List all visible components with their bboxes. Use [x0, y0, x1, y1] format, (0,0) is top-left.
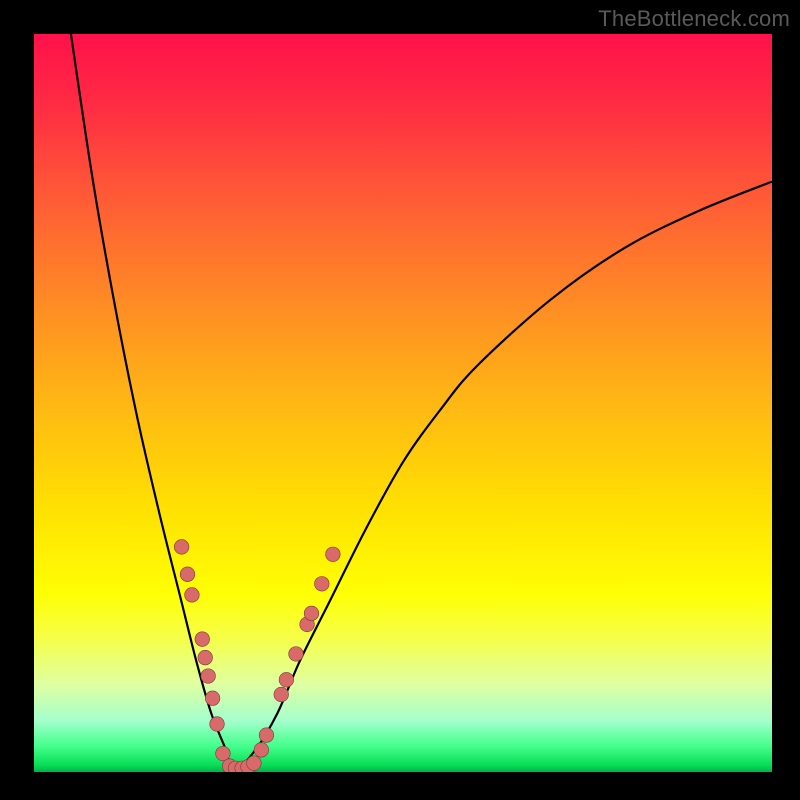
bottleneck-curve-path [71, 34, 772, 772]
scatter-dot [210, 717, 225, 732]
watermark-label: TheBottleneck.com [598, 6, 790, 32]
scatter-dot [289, 647, 304, 662]
plot-area [34, 34, 772, 772]
scatter-dot [247, 756, 262, 771]
scatter-dot [180, 567, 195, 582]
scatter-dot [304, 606, 319, 621]
scatter-dot [259, 728, 274, 743]
bottleneck-curve [71, 34, 772, 772]
chart-svg [34, 34, 772, 772]
scatter-dot [279, 672, 294, 687]
scatter-dot [326, 547, 341, 562]
scatter-dot [198, 650, 213, 665]
scatter-dot [195, 632, 210, 647]
scatter-dot [205, 691, 220, 706]
scatter-dot [201, 669, 216, 684]
scatter-dot [185, 588, 200, 603]
scatter-dots [174, 540, 340, 772]
chart-frame: TheBottleneck.com [0, 0, 800, 800]
scatter-dot [254, 743, 269, 758]
scatter-dot [174, 540, 189, 555]
scatter-dot [315, 577, 330, 592]
scatter-dot [274, 687, 289, 702]
